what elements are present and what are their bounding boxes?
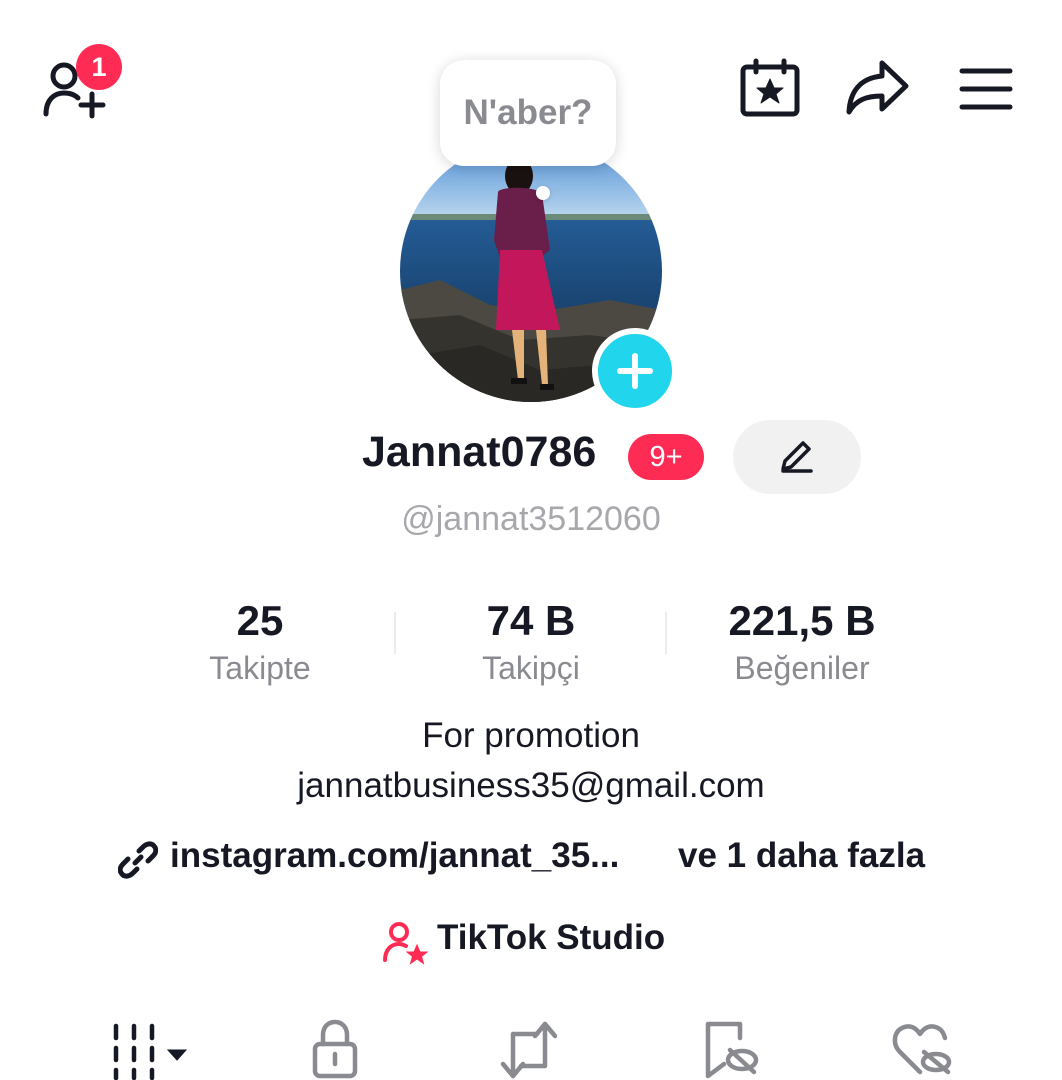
bio-email: jannatbusiness35@gmail.com	[297, 766, 765, 805]
grid-icon	[113, 1023, 188, 1080]
stat-following[interactable]: 25 Takipte	[130, 596, 390, 688]
display-name: Jannat0786	[362, 428, 597, 476]
stat-followers[interactable]: 74 B Takipçi	[401, 596, 661, 688]
notification-count-badge: 1	[76, 44, 122, 90]
stats-divider	[665, 612, 667, 654]
tab-private[interactable]	[310, 1018, 360, 1080]
menu-button[interactable]	[958, 66, 1014, 112]
bio-links-row[interactable]: instagram.com/jannat_35... ve 1 daha faz…	[0, 832, 1062, 882]
stat-likes[interactable]: 221,5 B Beğeniler	[672, 596, 932, 688]
stat-following-label: Takipte	[209, 650, 311, 686]
bio-line: For promotion	[422, 716, 640, 755]
menu-icon	[959, 68, 1013, 110]
pencil-icon	[781, 441, 813, 473]
add-story-button[interactable]	[592, 328, 678, 414]
lock-icon	[312, 1019, 358, 1079]
share-button[interactable]	[844, 58, 910, 118]
note-bubble-tail	[536, 186, 550, 200]
tab-favorites[interactable]	[700, 1018, 760, 1080]
stat-followers-label: Takipçi	[482, 650, 580, 686]
repost-icon	[500, 1021, 558, 1079]
profile-name-row: Jannat0786 9+	[0, 420, 1062, 496]
more-links-button[interactable]: ve 1 daha fazla	[678, 836, 925, 876]
stats-row: 25 Takipte 74 B Takipçi 221,5 B Beğenile…	[0, 596, 1062, 696]
note-bubble[interactable]: N'aber?	[440, 60, 616, 166]
bookmark-hidden-icon	[705, 1021, 759, 1079]
tab-liked[interactable]	[890, 1020, 954, 1080]
stat-likes-label: Beğeniler	[734, 650, 870, 686]
calendar-star-icon	[740, 58, 800, 117]
stats-divider	[394, 612, 396, 654]
stat-followers-value: 74 B	[486, 597, 576, 644]
tiktok-studio-button[interactable]: TikTok Studio	[0, 914, 1062, 966]
link-icon	[118, 841, 158, 879]
username-handle: @jannat3512060	[401, 500, 661, 538]
studio-person-star-icon	[383, 922, 428, 965]
level-badge[interactable]: 9+	[628, 434, 704, 480]
tab-reposts[interactable]	[497, 1020, 561, 1080]
bio-link-instagram[interactable]: instagram.com/jannat_35...	[170, 836, 619, 876]
share-icon	[846, 60, 909, 115]
profile-tabs	[0, 1010, 1062, 1080]
stat-following-value: 25	[236, 597, 284, 644]
heart-hidden-icon	[892, 1024, 952, 1075]
note-bubble-text: N'aber?	[463, 93, 593, 132]
calendar-button[interactable]	[738, 58, 802, 118]
edit-profile-button[interactable]	[733, 420, 861, 494]
tiktok-studio-label: TikTok Studio	[437, 918, 666, 957]
plus-icon	[617, 353, 653, 389]
stat-likes-value: 221,5 B	[728, 597, 876, 644]
tab-videos[interactable]	[108, 1022, 194, 1080]
